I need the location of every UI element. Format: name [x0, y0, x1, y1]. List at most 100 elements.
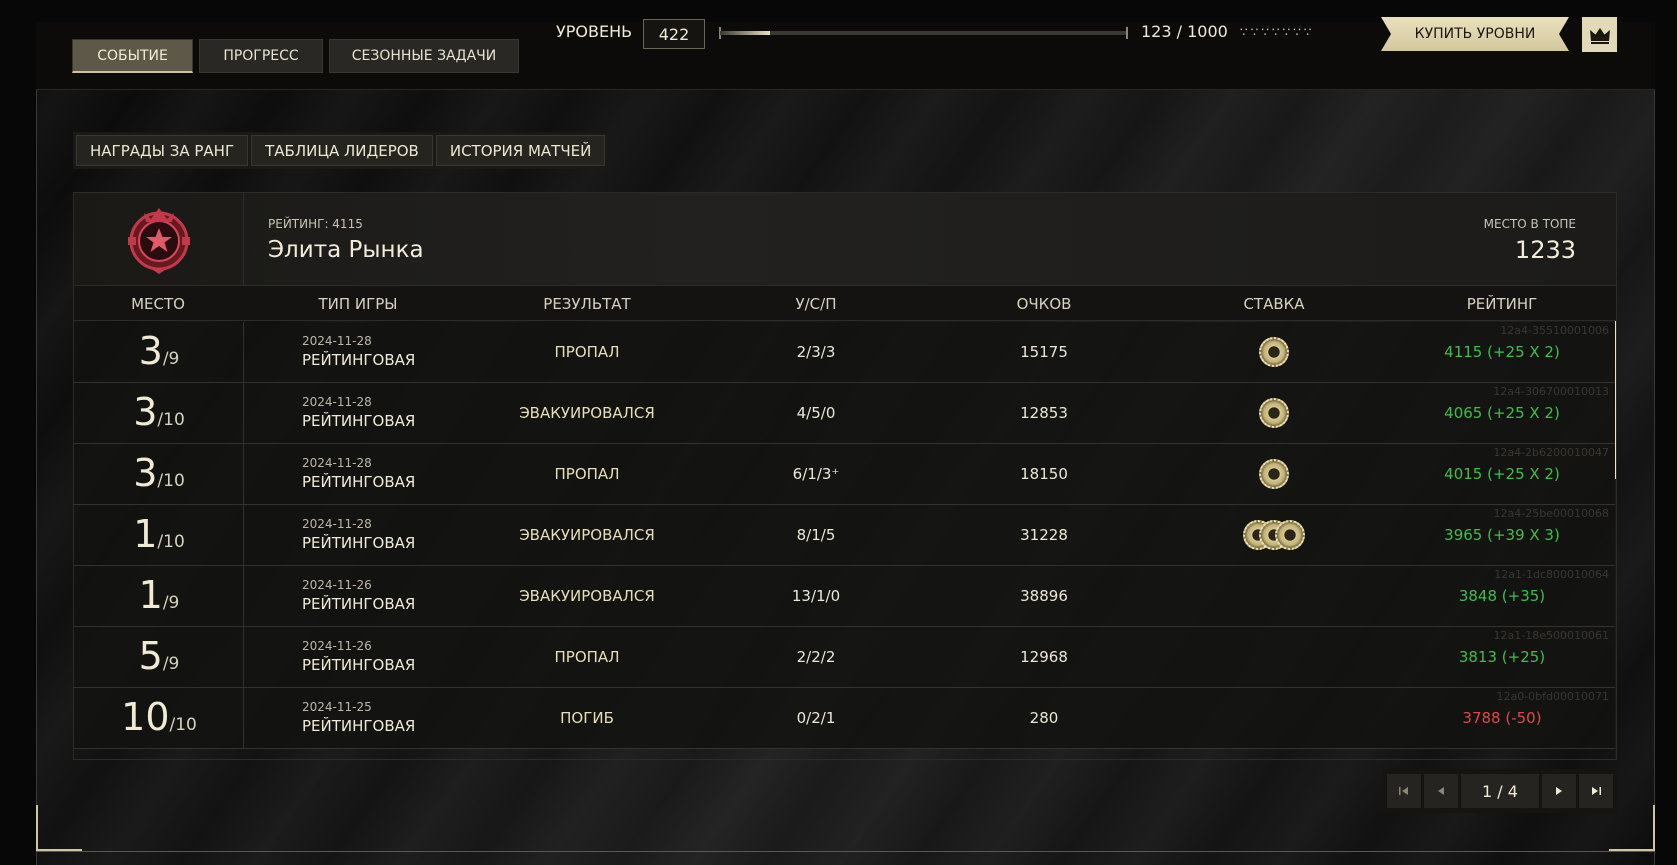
crown-button[interactable] — [1582, 17, 1617, 52]
place: 5/9 — [139, 634, 180, 678]
tab-rank-rewards[interactable]: НАГРАДЫ ЗА РАНГ — [76, 135, 249, 166]
bet-chips — [1259, 398, 1289, 428]
match-rating: 3788 (-50) — [1462, 709, 1542, 727]
level-value: 422 — [643, 19, 705, 49]
match-rating: 3848 (+35) — [1458, 587, 1546, 605]
match-result: ПОГИБ — [560, 709, 614, 727]
match-score: 280 — [1029, 709, 1059, 727]
next-page-button[interactable] — [1542, 774, 1576, 808]
match-result: ЭВАКУИРОВАЛСЯ — [519, 404, 655, 422]
match-id: 12a4-35510001006 — [1500, 324, 1609, 337]
match-row[interactable]: 10/10 12a0-0bfd00010071 2024-11-25 РЕЙТИНГО… — [74, 688, 1615, 749]
game-type: РЕЙТИНГОВАЯ — [302, 595, 416, 613]
match-date: 2024-11-28 — [302, 456, 372, 470]
xp-progress-text: 123 / 1000 — [1141, 22, 1228, 41]
place-cell: 1/10 — [74, 505, 244, 566]
table-header: МЕСТО ТИП ИГРЫ РЕЗУЛЬТАТ У/С/П ОЧКОВ СТА… — [74, 286, 1616, 321]
top-place-label: МЕСТО В ТОПЕ — [1483, 217, 1576, 231]
place-number: 3 — [138, 329, 163, 373]
top-place-value: 1233 — [1514, 236, 1576, 264]
kills-stats: 13/1/0 — [791, 587, 841, 605]
match-result: ЭВАКУИРОВАЛСЯ — [519, 526, 655, 544]
match-result: ПРОПАЛ — [554, 343, 620, 361]
xp-progress-bar — [720, 31, 1126, 35]
tab-event[interactable]: СОБЫТИЕ — [72, 39, 193, 73]
kills-stats: 4/5/0 — [796, 404, 836, 422]
rank-emblem-icon — [127, 207, 190, 274]
xp-progress-fill — [720, 31, 770, 35]
last-page-button[interactable] — [1579, 774, 1613, 808]
place-cell: 3/10 — [74, 444, 244, 505]
place: 10/10 — [121, 695, 197, 739]
scrollbar-thumb[interactable] — [1615, 321, 1616, 479]
level-dots-icon: ∵∵∵∵∵∵∵ — [1240, 25, 1315, 39]
match-rating: 4065 (+25 X 2) — [1444, 404, 1560, 422]
place-total: /9 — [162, 654, 180, 674]
match-row[interactable]: 3/10 12a4-2b6200010047 2024-11-28 РЕЙТИНГОВ… — [74, 444, 1615, 505]
place-total: /9 — [162, 349, 180, 369]
game-type: РЕЙТИНГОВАЯ — [302, 351, 416, 369]
bet-chip-icon — [1259, 398, 1289, 428]
match-result: ПРОПАЛ — [554, 465, 620, 483]
previous-page-button[interactable] — [1424, 774, 1458, 808]
match-rating: 4115 (+25 X 2) — [1444, 343, 1560, 361]
match-date: 2024-11-26 — [302, 639, 372, 653]
buy-levels-button[interactable]: КУПИТЬ УРОВНИ — [1381, 17, 1569, 51]
match-history-panel: РЕЙТИНГ: 4115 Элита Рынка МЕСТО В ТОПЕ 1… — [73, 192, 1617, 760]
match-id: 12a4-25be00010068 — [1493, 507, 1609, 520]
match-id: 12a4-306700010013 — [1493, 385, 1609, 398]
match-row[interactable]: 3/10 12a4-306700010013 2024-11-28 РЕЙТИНГОВ… — [74, 383, 1615, 444]
match-score: 38896 — [1020, 587, 1068, 605]
match-score: 15175 — [1020, 343, 1068, 361]
match-id: 12a4-2b6200010047 — [1493, 446, 1609, 459]
game-type: РЕЙТИНГОВАЯ — [302, 534, 416, 552]
bet-chips — [1259, 459, 1289, 489]
match-row[interactable]: 5/9 12a1-18e500010061 2024-11-26 РЕЙТИНГОВА… — [74, 627, 1615, 688]
match-row[interactable]: 1/10 12a4-25be00010068 2024-11-28 РЕЙТИНГОВ… — [74, 505, 1615, 566]
scrollbar[interactable] — [1615, 321, 1616, 759]
match-id: 12a0-0bfd00010071 — [1496, 690, 1609, 703]
place-total: /10 — [157, 410, 185, 430]
place: 3/10 — [133, 390, 185, 434]
match-id: 12a1-18e500010061 — [1493, 629, 1609, 642]
match-score: 31228 — [1020, 526, 1068, 544]
pagination: 1 / 4 — [1383, 769, 1617, 813]
place-cell: 1/9 — [74, 566, 244, 627]
column-header-usp: У/С/П — [795, 295, 837, 313]
first-page-button[interactable] — [1387, 774, 1421, 808]
kills-stats: 0/2/1 — [796, 709, 836, 727]
place-number: 1 — [133, 512, 158, 556]
match-row[interactable]: 1/9 12a1-1dc800010064 2024-11-26 РЕЙТИНГОВА… — [74, 566, 1615, 627]
place-number: 10 — [121, 695, 170, 739]
kills-stats: 2/2/2 — [796, 648, 836, 666]
first-page-icon — [1399, 787, 1408, 795]
tab-seasonal-tasks[interactable]: СЕЗОННЫЕ ЗАДАЧИ — [329, 39, 519, 73]
match-id: 12a1-1dc800010064 — [1494, 568, 1609, 581]
game-type: РЕЙТИНГОВАЯ — [302, 412, 416, 430]
match-date: 2024-11-28 — [302, 334, 372, 348]
match-row[interactable]: 3/9 12a4-35510001006 2024-11-28 РЕЙТИНГОВАЯ… — [74, 322, 1615, 383]
column-header-result: РЕЗУЛЬТАТ — [543, 295, 631, 313]
tab-match-history[interactable]: ИСТОРИЯ МАТЧЕЙ — [435, 135, 606, 166]
last-page-icon — [1592, 787, 1601, 795]
place-number: 5 — [138, 634, 163, 678]
bet-chip-icon — [1259, 459, 1289, 489]
tab-leaderboard[interactable]: ТАБЛИЦА ЛИДЕРОВ — [251, 135, 433, 166]
bet-chips — [1259, 337, 1289, 367]
place-cell: 5/9 — [74, 627, 244, 688]
next-page-icon — [1556, 787, 1562, 795]
previous-page-icon — [1438, 787, 1444, 795]
rank-emblem — [74, 193, 244, 286]
rank-rating-label: РЕЙТИНГ: 4115 — [268, 217, 363, 231]
tab-progress[interactable]: ПРОГРЕСС — [199, 39, 323, 73]
place: 3/9 — [139, 329, 180, 373]
match-rating: 3813 (+25) — [1458, 648, 1546, 666]
game-type: РЕЙТИНГОВАЯ — [302, 656, 416, 674]
column-header-bet: СТАВКА — [1243, 295, 1305, 313]
place-total: /10 — [157, 532, 185, 552]
game-type: РЕЙТИНГОВАЯ — [302, 717, 416, 735]
match-rating: 4015 (+25 X 2) — [1444, 465, 1560, 483]
kills-stats: 6/1/3⁺ — [792, 465, 840, 483]
match-rating: 3965 (+39 X 3) — [1444, 526, 1560, 544]
place-cell: 3/9 — [74, 322, 244, 383]
